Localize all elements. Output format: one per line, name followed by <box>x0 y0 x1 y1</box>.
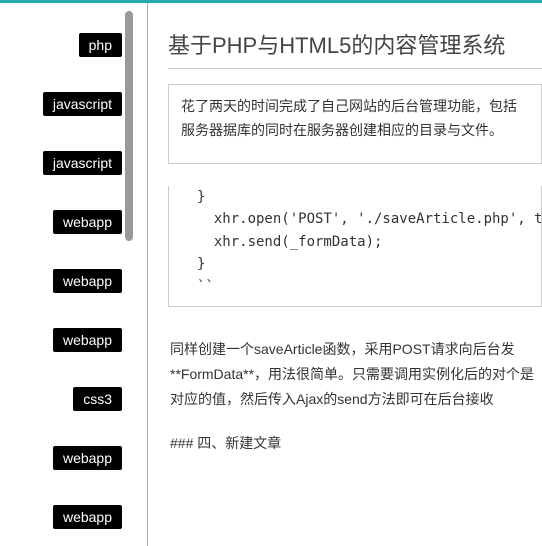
article-summary-box: 花了两天的时间完成了自己网站的后台管理功能，包括服务器据库的同时在服务器创建相应… <box>168 84 542 164</box>
tag-item[interactable]: javascript <box>43 92 122 116</box>
tag-item[interactable]: webapp <box>53 328 122 352</box>
tag-item[interactable]: css3 <box>73 387 122 411</box>
tag-item[interactable]: php <box>79 33 122 57</box>
sidebar: php javascript javascript webapp webapp … <box>0 3 135 546</box>
code-snippet-box: } xhr.open('POST', './saveArticle.php', … <box>168 186 542 307</box>
article-subheading: ### 四、新建文章 <box>170 431 542 456</box>
article-title: 基于PHP与HTML5的内容管理系统 <box>168 28 542 69</box>
tag-item[interactable]: webapp <box>53 269 122 293</box>
tag-item[interactable]: webapp <box>53 210 122 234</box>
article-body: 同样创建一个saveArticle函数，采用POST请求向后台发**FormDa… <box>168 337 542 456</box>
summary-text: 花了两天的时间完成了自己网站的后台管理功能，包括服务器据库的同时在服务器创建相应… <box>181 98 517 138</box>
tag-item[interactable]: javascript <box>43 151 122 175</box>
tag-list: php javascript javascript webapp webapp … <box>0 33 135 529</box>
sidebar-scrollbar[interactable] <box>125 11 133 241</box>
tag-item[interactable]: webapp <box>53 446 122 470</box>
main-container: php javascript javascript webapp webapp … <box>0 0 542 546</box>
tag-item[interactable]: webapp <box>53 505 122 529</box>
main-content: 基于PHP与HTML5的内容管理系统 花了两天的时间完成了自己网站的后台管理功能… <box>148 3 542 546</box>
article-paragraph: 同样创建一个saveArticle函数，采用POST请求向后台发**FormDa… <box>170 337 542 413</box>
